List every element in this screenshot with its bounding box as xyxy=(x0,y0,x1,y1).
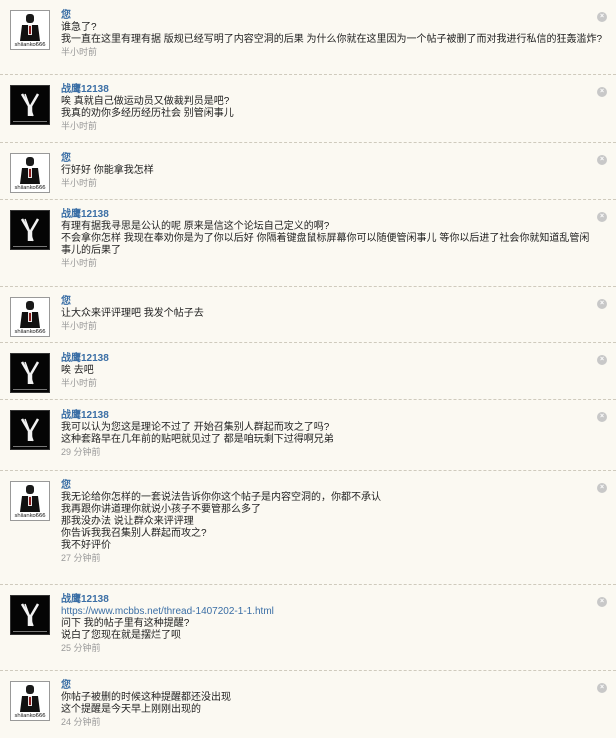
logo-avatar-icon xyxy=(11,211,49,249)
comment-author[interactable]: 您 xyxy=(61,10,590,22)
avatar-caption xyxy=(13,631,47,632)
comment-time: 半小时前 xyxy=(61,178,98,188)
comment-text: 这个提醒是今天早上刚刚出现的 xyxy=(61,704,201,715)
comment-author[interactable]: 战鹰12138 xyxy=(61,209,590,221)
comment-author[interactable]: 您 xyxy=(61,153,590,165)
comment-time: 半小时前 xyxy=(61,121,98,131)
comment-text: 你帖子被删的时候这种提醒都还没出现 xyxy=(61,692,231,703)
close-icon[interactable]: × xyxy=(597,683,607,693)
avatar-caption xyxy=(13,389,47,390)
comment-text: 谁急了? xyxy=(61,22,97,33)
avatar[interactable]: shiianko666 xyxy=(10,10,50,50)
person-avatar-icon xyxy=(11,482,49,514)
avatar-signature: shiianko666 xyxy=(14,713,46,719)
comment-text: 那我没办法 说让群众来评评理 xyxy=(61,516,194,527)
comment-text: 唉 去吧 xyxy=(61,365,94,376)
comment-text: 你告诉我我召集别人群起而攻之? xyxy=(61,528,207,539)
comment-author[interactable]: 战鹰12138 xyxy=(61,410,590,422)
avatar[interactable] xyxy=(10,85,50,125)
comment-author[interactable]: 战鹰12138 xyxy=(61,594,590,606)
person-avatar-icon xyxy=(11,154,49,186)
avatar[interactable] xyxy=(10,595,50,635)
thread-link[interactable]: https://www.mcbbs.net/thread-1407202-1-1… xyxy=(61,606,590,618)
list-item: 战鹰12138 唉 真就自己做运动员又做裁判员是吧? 我真的劝你多经历经历社会 … xyxy=(0,75,616,143)
avatar-caption xyxy=(13,246,47,247)
avatar-signature: shiianko666 xyxy=(14,329,46,335)
comment-author[interactable]: 您 xyxy=(61,680,590,692)
avatar[interactable]: shiianko666 xyxy=(10,153,50,193)
close-icon[interactable]: × xyxy=(597,483,607,493)
comment-text: 我无论给你怎样的一套说法告诉你你这个帖子是内容空洞的，你都不承认 xyxy=(61,492,381,503)
list-item: 战鹰12138 https://www.mcbbs.net/thread-140… xyxy=(0,585,616,671)
close-icon[interactable]: × xyxy=(597,12,607,22)
comment-text: 我不好评价 xyxy=(61,540,111,551)
avatar-signature: shiianko666 xyxy=(14,42,46,48)
comment-time: 半小时前 xyxy=(61,258,98,268)
comment-time: 半小时前 xyxy=(61,321,98,331)
logo-avatar-icon xyxy=(11,411,49,449)
avatar[interactable] xyxy=(10,210,50,250)
close-icon[interactable]: × xyxy=(597,212,607,222)
avatar-caption xyxy=(13,446,47,447)
comment-time: 29 分钟前 xyxy=(61,447,101,457)
message-list: shiianko666 您 谁急了? 我一直在这里有理有据 版规已经写明了内容空… xyxy=(0,0,616,738)
comment-text: 行好好 你能拿我怎样 xyxy=(61,165,154,176)
avatar[interactable]: shiianko666 xyxy=(10,681,50,721)
comment-time: 24 分钟前 xyxy=(61,717,101,727)
comment-text: 我一直在这里有理有据 版规已经写明了内容空洞的后果 为什么你就在这里因为一个帖子… xyxy=(61,34,603,45)
close-icon[interactable]: × xyxy=(597,597,607,607)
comment-time: 半小时前 xyxy=(61,47,98,57)
list-item: 战鹰12138 唉 去吧 半小时前 × xyxy=(0,343,616,400)
list-item: shiianko666 您 你帖子被删的时候这种提醒都还没出现 这个提醒是今天早… xyxy=(0,671,616,738)
comment-author[interactable]: 战鹰12138 xyxy=(61,84,590,96)
close-icon[interactable]: × xyxy=(597,87,607,97)
comment-text: 我真的劝你多经历经历社会 别管闲事儿 xyxy=(61,108,234,119)
close-icon[interactable]: × xyxy=(597,155,607,165)
close-icon[interactable]: × xyxy=(597,355,607,365)
comment-text: 我可以认为您这是理论不过了 开始召集别人群起而攻之了吗? xyxy=(61,422,330,433)
person-avatar-icon xyxy=(11,298,49,330)
avatar[interactable]: shiianko666 xyxy=(10,481,50,521)
person-avatar-icon xyxy=(11,682,49,714)
logo-avatar-icon xyxy=(11,354,49,392)
close-icon[interactable]: × xyxy=(597,412,607,422)
avatar-signature: shiianko666 xyxy=(14,185,46,191)
comment-time: 27 分钟前 xyxy=(61,553,101,563)
list-item: shiianko666 您 谁急了? 我一直在这里有理有据 版规已经写明了内容空… xyxy=(0,0,616,75)
comment-text: 这种套路早在几年前的贴吧就见过了 都是咱玩剩下过得啊兄弟 xyxy=(61,434,334,445)
close-icon[interactable]: × xyxy=(597,299,607,309)
logo-avatar-icon xyxy=(11,596,49,634)
list-item: 战鹰12138 我可以认为您这是理论不过了 开始召集别人群起而攻之了吗? 这种套… xyxy=(0,400,616,471)
comment-text: 不会拿你怎样 我现在奉劝你是为了你以后好 你隔着键盘鼠标屏幕你可以随便管闲事儿 … xyxy=(61,233,590,256)
list-item: 战鹰12138 有理有据我寻思是公认的呢 原来是信这个论坛自己定义的啊? 不会拿… xyxy=(0,200,616,287)
avatar[interactable] xyxy=(10,353,50,393)
comment-author[interactable]: 战鹰12138 xyxy=(61,353,590,365)
comment-text: 问下 我的帖子里有这种提醒? xyxy=(61,618,190,629)
avatar-signature: shiianko666 xyxy=(14,513,46,519)
list-item: shiianko666 您 我无论给你怎样的一套说法告诉你你这个帖子是内容空洞的… xyxy=(0,471,616,585)
list-item: shiianko666 您 让大众来评评理吧 我发个帖子去 半小时前 × xyxy=(0,287,616,343)
comment-author[interactable]: 您 xyxy=(61,480,590,492)
avatar[interactable] xyxy=(10,410,50,450)
comment-author[interactable]: 您 xyxy=(61,296,590,308)
logo-avatar-icon xyxy=(11,86,49,124)
person-avatar-icon xyxy=(11,11,49,43)
avatar-caption xyxy=(13,121,47,122)
comment-text: 让大众来评评理吧 我发个帖子去 xyxy=(61,308,204,319)
comment-time: 25 分钟前 xyxy=(61,643,101,653)
comment-text: 说白了您现在就是摆烂了呗 xyxy=(61,630,181,641)
list-item: shiianko666 您 行好好 你能拿我怎样 半小时前 × xyxy=(0,143,616,200)
comment-text: 唉 真就自己做运动员又做裁判员是吧? xyxy=(61,96,230,107)
avatar[interactable]: shiianko666 xyxy=(10,297,50,337)
comment-time: 半小时前 xyxy=(61,378,98,388)
comment-text: 我再跟你讲道理你就说小孩子不要管那么多了 xyxy=(61,504,261,515)
comment-text: 有理有据我寻思是公认的呢 原来是信这个论坛自己定义的啊? xyxy=(61,221,330,232)
